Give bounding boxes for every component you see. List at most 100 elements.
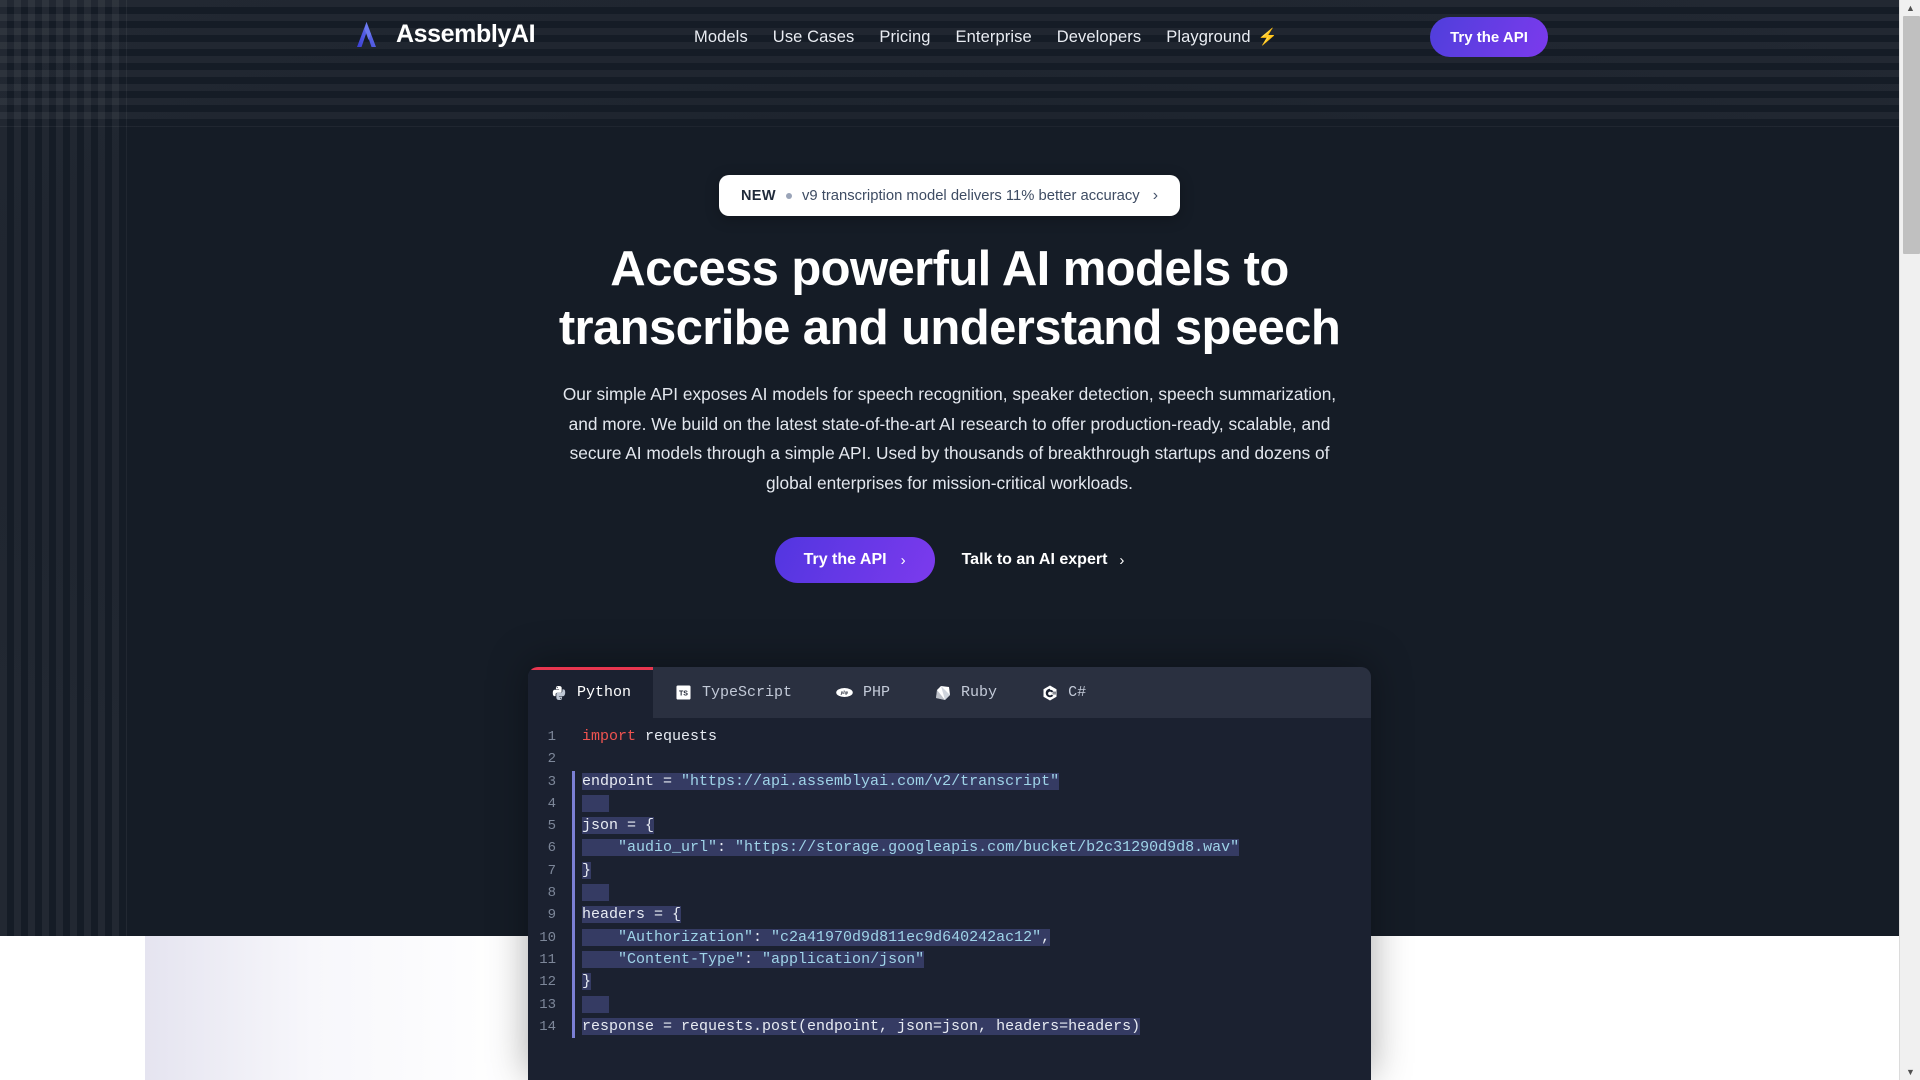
code-line-content: "Authorization": "c2a41970d9d811ec9d6402… xyxy=(572,926,1051,949)
code-line-content: } xyxy=(572,971,592,994)
code-line-content: "Content-Type": "application/json" xyxy=(572,948,925,972)
code-line: 9 headers = { xyxy=(528,904,1371,927)
hero-cta-group: Try the API › Talk to an AI expert › xyxy=(774,537,1125,584)
hero-try-api-button[interactable]: Try the API › xyxy=(774,537,935,584)
code-tokens: } xyxy=(582,861,592,879)
talk-to-expert-label: Talk to an AI expert xyxy=(961,551,1108,569)
code-token-str: "c2a41970d9d811ec9d640242ac12" xyxy=(771,928,1042,946)
code-line-content xyxy=(572,993,610,1016)
code-token-plain: : xyxy=(744,950,763,968)
nav-label: Developers xyxy=(1056,28,1142,46)
nav-label: Use Cases xyxy=(772,28,855,46)
code-line-number: 10 xyxy=(539,929,556,946)
code-tab-c[interactable]: C# xyxy=(1019,667,1108,718)
code-token-plain: : xyxy=(753,928,772,946)
code-tokens: json = { xyxy=(582,817,655,835)
code-line-number: 8 xyxy=(547,885,556,902)
code-line-number: 1 xyxy=(547,729,556,745)
announcement-text: v9 transcription model delivers 11% bett… xyxy=(801,187,1140,204)
code-language-tabs: Python TS TypeScript php PHP Ruby C# xyxy=(528,667,1371,718)
code-tokens xyxy=(582,884,610,902)
code-selection-bar xyxy=(572,815,575,838)
code-selection-bar xyxy=(572,882,575,905)
code-line: 4 xyxy=(528,792,1371,816)
brand-logo[interactable]: AssemblyAI xyxy=(350,18,536,51)
code-line-number: 7 xyxy=(547,862,556,879)
announcement-separator-dot xyxy=(785,192,792,199)
code-line-number: 9 xyxy=(547,907,556,924)
code-token-str: "https://api.assemblyai.com/v2/transcrip… xyxy=(681,772,1060,790)
code-selection-bar xyxy=(572,926,575,949)
code-token-plain: json = { xyxy=(582,817,655,835)
code-token-str: "https://storage.googleapis.com/bucket/b… xyxy=(735,839,1240,857)
code-line-content: } xyxy=(572,859,592,883)
announcement-banner[interactable]: NEW v9 transcription model delivers 11% … xyxy=(718,175,1181,216)
header-try-api-button[interactable]: Try the API xyxy=(1430,17,1548,57)
code-selection-bar xyxy=(572,837,575,860)
code-tokens: endpoint = "https://api.assemblyai.com/v… xyxy=(582,772,1060,790)
code-line-number: 13 xyxy=(539,996,556,1013)
code-tab-python[interactable]: Python xyxy=(528,667,654,718)
code-line: 7} xyxy=(528,859,1371,883)
nav-item-playground[interactable]: Playground ⚡ xyxy=(1166,28,1278,47)
code-line-content: endpoint = "https://api.assemblyai.com/v… xyxy=(572,770,1060,793)
code-line: 3 endpoint = "https://api.assemblyai.com/… xyxy=(528,770,1371,793)
code-line-content xyxy=(572,882,610,905)
code-tab-ruby[interactable]: Ruby xyxy=(912,667,1019,718)
talk-to-expert-button[interactable]: Talk to an AI expert › xyxy=(962,551,1125,569)
nav-label: Models xyxy=(694,28,748,46)
code-token-str: "audio_url" xyxy=(582,839,718,857)
code-line: 12} xyxy=(528,971,1371,994)
code-line-content xyxy=(572,748,591,770)
code-tab-typescript[interactable]: TS TypeScript xyxy=(653,667,814,718)
code-selection-bar xyxy=(572,948,575,972)
code-token-plain: } xyxy=(582,973,592,991)
code-editor-body[interactable]: 1 import requests 2 3 endpoint = "https://a… xyxy=(528,718,1371,1080)
nav-item-developers[interactable]: Developers xyxy=(1057,28,1141,47)
scrollbar-thumb[interactable] xyxy=(1903,16,1920,254)
nav-item-use-cases[interactable]: Use Cases xyxy=(773,28,855,47)
code-line-number: 14 xyxy=(539,1018,556,1035)
page-root: AssemblyAI Models Use Cases Pricing Ente… xyxy=(0,0,1920,1080)
code-tokens: "Authorization": "c2a41970d9d811ec9d6402… xyxy=(582,928,1051,946)
code-token-plain: } xyxy=(582,861,592,879)
code-tokens xyxy=(582,995,610,1013)
code-tokens: "Content-Type": "application/json" xyxy=(582,950,925,968)
code-line-content: import requests xyxy=(572,726,717,748)
csharp-logo-icon xyxy=(1041,684,1058,701)
code-line: 11 "Content-Type": "application/json" xyxy=(528,948,1371,972)
main-navigation: Models Use Cases Pricing Enterprise Deve… xyxy=(694,28,1278,47)
brand-name: AssemblyAI xyxy=(396,20,536,48)
nav-item-enterprise[interactable]: Enterprise xyxy=(956,28,1032,47)
code-tab-label: PHP xyxy=(863,684,891,701)
code-line-content: "audio_url": "https://storage.googleapis… xyxy=(572,837,1240,860)
code-selection-bar xyxy=(572,859,575,883)
scrollbar-up-arrow-icon[interactable]: ▲ xyxy=(1900,0,1920,16)
site-header: AssemblyAI Models Use Cases Pricing Ente… xyxy=(0,0,1899,77)
svg-text:TS: TS xyxy=(679,690,688,697)
code-line-number: 6 xyxy=(547,840,556,857)
nav-item-pricing[interactable]: Pricing xyxy=(879,28,930,47)
code-tokens: response = requests.post(endpoint, json=… xyxy=(582,1017,1141,1035)
code-sample-panel: Python TS TypeScript php PHP Ruby C# 1 import r… xyxy=(528,667,1371,1080)
code-line-content: json = { xyxy=(572,815,655,838)
code-token-plain: headers = { xyxy=(582,906,682,924)
lightning-bolt-icon: ⚡ xyxy=(1257,28,1278,46)
code-tokens xyxy=(582,750,591,767)
code-token-plain: , xyxy=(1041,928,1051,946)
nav-item-models[interactable]: Models xyxy=(694,28,748,47)
code-selection-bar xyxy=(572,904,575,927)
nav-label: Pricing xyxy=(879,28,931,46)
code-token-plain: response = requests.post(endpoint, json=… xyxy=(582,1017,1141,1035)
code-line-number: 2 xyxy=(547,751,556,768)
code-tab-php[interactable]: php PHP xyxy=(814,667,912,718)
code-tokens: "audio_url": "https://storage.googleapis… xyxy=(582,839,1240,857)
chevron-right-icon: › xyxy=(1152,186,1159,204)
page-scrollbar[interactable]: ▲ ▼ xyxy=(1899,0,1920,1080)
nav-label: Enterprise xyxy=(955,28,1032,46)
code-tokens: headers = { xyxy=(582,906,682,924)
hero-subtitle: Our simple API exposes AI models for spe… xyxy=(562,383,1337,494)
code-token-str: "application/json" xyxy=(762,950,925,968)
scrollbar-down-arrow-icon[interactable]: ▼ xyxy=(1900,1064,1920,1080)
code-token-plain: endpoint = xyxy=(582,772,682,790)
